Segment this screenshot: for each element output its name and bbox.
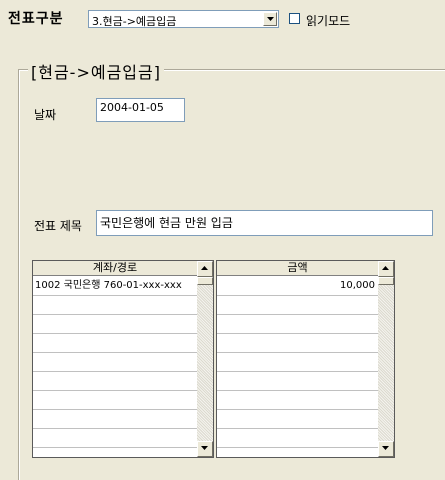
table-row[interactable]: [33, 296, 197, 315]
date-value: 2004-01-05: [100, 101, 164, 114]
amount-grid-header: 금액: [217, 261, 378, 276]
table-row[interactable]: [217, 429, 378, 448]
account-grid-header: 계좌/경로: [33, 261, 197, 276]
amount-grid[interactable]: 금액 10,000: [216, 260, 395, 458]
scroll-up-button[interactable]: [197, 261, 213, 277]
table-row[interactable]: [33, 391, 197, 410]
table-row[interactable]: [217, 410, 378, 429]
subject-field[interactable]: 국민은행에 현금 만원 입금: [96, 210, 433, 236]
subject-value: 국민은행에 현금 만원 입금: [100, 216, 233, 230]
date-field[interactable]: 2004-01-05: [96, 98, 185, 122]
table-row[interactable]: [217, 334, 378, 353]
table-row[interactable]: [217, 315, 378, 334]
voucher-type-select[interactable]: 3.현금->예금입금: [88, 10, 279, 28]
group-frame-left-highlight: [19, 70, 20, 480]
table-row[interactable]: [33, 429, 197, 448]
read-mode-label: 읽기모드: [306, 14, 351, 28]
group-title: [현금->예금입금]: [28, 59, 164, 83]
scroll-down-button[interactable]: [197, 441, 213, 457]
table-row[interactable]: [217, 372, 378, 391]
table-row[interactable]: [33, 372, 197, 391]
voucher-type-value: 3.현금->예금입금: [92, 15, 177, 28]
scroll-thumb[interactable]: [197, 277, 213, 285]
subject-label: 전표 제목: [34, 219, 82, 233]
amount-grid-scrollbar[interactable]: [378, 261, 394, 457]
table-row[interactable]: [33, 353, 197, 372]
table-row[interactable]: [33, 334, 197, 353]
table-row[interactable]: [33, 410, 197, 429]
scroll-down-button[interactable]: [378, 441, 394, 457]
date-label: 날짜: [34, 108, 57, 122]
scroll-up-button[interactable]: [378, 261, 394, 277]
read-mode-checkbox[interactable]: [289, 13, 300, 24]
table-row[interactable]: 1002 국민은행 760-01-xxx-xxx: [33, 277, 197, 296]
voucher-type-label: 전표구분: [8, 11, 64, 27]
table-row[interactable]: [217, 353, 378, 372]
scroll-thumb[interactable]: [378, 277, 394, 285]
table-row[interactable]: [33, 315, 197, 334]
table-row[interactable]: [217, 296, 378, 315]
account-grid-scrollbar[interactable]: [197, 261, 213, 457]
table-row[interactable]: [217, 391, 378, 410]
account-grid[interactable]: 계좌/경로 1002 국민은행 760-01-xxx-xxx: [32, 260, 214, 458]
table-row[interactable]: 10,000: [217, 277, 378, 296]
combo-dropdown-button[interactable]: [263, 12, 277, 26]
